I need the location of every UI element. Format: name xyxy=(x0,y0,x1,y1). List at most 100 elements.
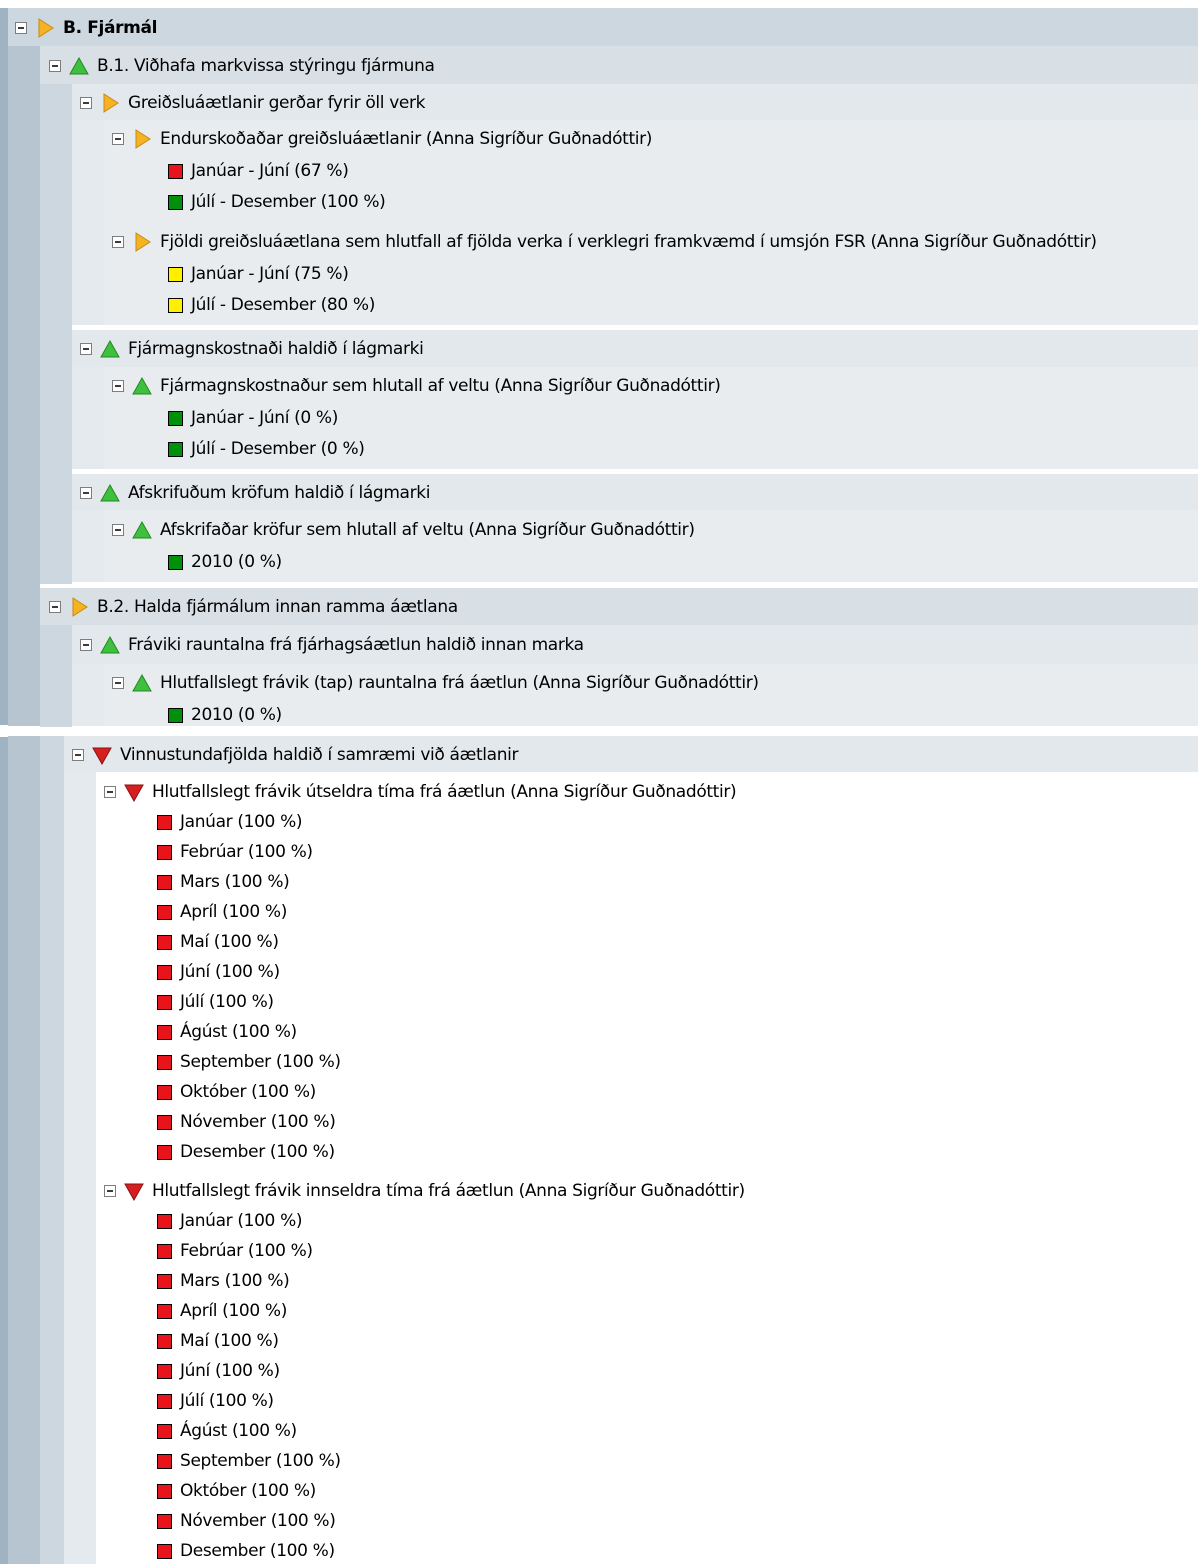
tree-leaf-item[interactable]: Janúar (100 %) xyxy=(157,1207,303,1235)
tree-leaf-item[interactable]: Október (100 %) xyxy=(157,1078,316,1106)
collapse-toggle[interactable] xyxy=(112,236,124,248)
tree-leaf-item[interactable]: 2010 (0 %) xyxy=(168,701,282,729)
collapse-toggle[interactable] xyxy=(15,22,27,34)
collapse-toggle[interactable] xyxy=(104,786,116,798)
status-square-icon xyxy=(168,297,183,313)
tree-leaf-item[interactable]: Nóvember (100 %) xyxy=(157,1108,336,1136)
status-square-icon xyxy=(157,1243,172,1259)
tree-node-b1-g1-k1[interactable]: Endurskoðaðar greiðsluáætlanir (Anna Sig… xyxy=(112,125,652,153)
green-triangle-icon xyxy=(132,520,152,539)
tree-node-b1-g2[interactable]: Fjármagnskostnaði haldið í lágmarki xyxy=(80,335,424,363)
tree-leaf-item[interactable]: Apríl (100 %) xyxy=(157,898,287,926)
row-bg-root xyxy=(8,8,1198,46)
tree-leaf-item[interactable]: Ágúst (100 %) xyxy=(157,1417,297,1445)
tree-leaf-item[interactable]: September (100 %) xyxy=(157,1447,341,1475)
tree-leaf-item[interactable]: Janúar - Júní (75 %) xyxy=(168,260,349,288)
tree-leaf-item[interactable]: Júní (100 %) xyxy=(157,1357,280,1385)
red-down-triangle-icon xyxy=(124,1183,144,1201)
leaf-label: Desember (100 %) xyxy=(180,1141,335,1162)
tree-leaf-item[interactable]: Júlí (100 %) xyxy=(157,1387,274,1415)
tree-leaf-item[interactable]: Júlí - Desember (0 %) xyxy=(168,435,365,463)
tree-leaf-item[interactable]: Desember (100 %) xyxy=(157,1138,335,1166)
tree-leaf-item[interactable]: Júlí (100 %) xyxy=(157,988,274,1016)
status-square-icon xyxy=(168,410,183,426)
tree-leaf-item[interactable]: Apríl (100 %) xyxy=(157,1297,287,1325)
red-down-triangle-icon xyxy=(92,747,112,765)
tree-node-b2[interactable]: B.2. Halda fjármálum innan ramma áætlana xyxy=(49,593,458,621)
collapse-toggle[interactable] xyxy=(80,97,92,109)
status-square-icon xyxy=(157,844,172,860)
collapse-toggle[interactable] xyxy=(112,524,124,536)
tree-node-b1-g1[interactable]: Greiðsluáætlanir gerðar fyrir öll verk xyxy=(80,89,426,117)
collapse-toggle[interactable] xyxy=(112,133,124,145)
leaf-label: Október (100 %) xyxy=(180,1480,316,1501)
tree-leaf-item[interactable]: Júní (100 %) xyxy=(157,958,280,986)
leaf-label: Júlí (100 %) xyxy=(180,1390,274,1411)
collapse-toggle[interactable] xyxy=(80,487,92,499)
tree-leaf-item[interactable]: Janúar - Júní (67 %) xyxy=(168,157,349,185)
leaf-label: Nóvember (100 %) xyxy=(180,1510,336,1531)
tree-leaf-item[interactable]: Ágúst (100 %) xyxy=(157,1018,297,1046)
tree-node-root[interactable]: B. Fjármál xyxy=(15,14,158,42)
tree-leaf-item[interactable]: Febrúar (100 %) xyxy=(157,1237,313,1265)
tree-node-b1[interactable]: B.1. Viðhafa markvissa stýringu fjármuna xyxy=(49,52,435,80)
collapse-toggle[interactable] xyxy=(112,677,124,689)
tree-leaf-item[interactable]: Maí (100 %) xyxy=(157,928,279,956)
tree-leaf-item[interactable]: Janúar - Júní (0 %) xyxy=(168,404,338,432)
tree-node-kpi[interactable]: Fjöldi greiðsluáætlana sem hlutfall af f… xyxy=(112,228,1097,256)
leaf-label: Maí (100 %) xyxy=(180,1330,279,1351)
collapse-toggle[interactable] xyxy=(72,749,84,761)
leaf-label: 2010 (0 %) xyxy=(191,704,282,725)
green-triangle-icon xyxy=(100,339,120,358)
tree-node-vinn[interactable]: Vinnustundafjölda haldið í samræmi við á… xyxy=(72,741,518,769)
tree-leaf-item[interactable]: Janúar (100 %) xyxy=(157,808,303,836)
tree-node-b1-g3[interactable]: Afskrifuðum kröfum haldið í lágmarki xyxy=(80,479,430,507)
collapse-toggle[interactable] xyxy=(80,639,92,651)
status-square-icon xyxy=(157,1363,172,1379)
leaf-label: Desember (100 %) xyxy=(180,1540,335,1561)
leaf-label: Júlí (100 %) xyxy=(180,991,274,1012)
status-square-icon xyxy=(157,1303,172,1319)
tree-leaf-item[interactable]: Nóvember (100 %) xyxy=(157,1507,336,1535)
orange-arrow-icon xyxy=(135,232,151,252)
tree-node-label: Greiðsluáætlanir gerðar fyrir öll verk xyxy=(128,92,426,113)
tree-leaf-item[interactable]: Júlí - Desember (80 %) xyxy=(168,291,375,319)
tree-node-kpi[interactable]: Hlutfallslegt frávik (tap) rauntalna frá… xyxy=(112,669,759,697)
leaf-label: Mars (100 %) xyxy=(180,871,290,892)
tree-node-label: B.2. Halda fjármálum innan ramma áætlana xyxy=(97,596,458,617)
tree-leaf-item[interactable]: Október (100 %) xyxy=(157,1477,316,1505)
green-triangle-icon xyxy=(132,673,152,692)
collapse-toggle[interactable] xyxy=(104,1185,116,1197)
tree-node-kpi[interactable]: Hlutfallslegt frávik útseldra tíma frá á… xyxy=(104,778,737,806)
indent-bar-level2-b2 xyxy=(40,625,72,727)
status-square-icon xyxy=(157,1114,172,1130)
indent-bar-level3-g1 xyxy=(72,120,104,325)
collapse-toggle[interactable] xyxy=(49,601,61,613)
leaf-label: 2010 (0 %) xyxy=(191,551,282,572)
tree-leaf-item[interactable]: Maí (100 %) xyxy=(157,1327,279,1355)
green-triangle-icon xyxy=(100,635,120,654)
tree-leaf-item[interactable]: Júlí - Desember (100 %) xyxy=(168,188,386,216)
tree-node-kpi[interactable]: Fjármagnskostnaður sem hlutall af veltu … xyxy=(112,372,721,400)
collapse-toggle[interactable] xyxy=(80,343,92,355)
tree-node-b2-g1[interactable]: Fráviki rauntalna frá fjárhagsáætlun hal… xyxy=(80,631,584,659)
collapse-toggle[interactable] xyxy=(49,60,61,72)
status-square-icon xyxy=(168,554,183,570)
tree-node-label: Hlutfallslegt frávik útseldra tíma frá á… xyxy=(152,781,737,802)
tree-node-kpi[interactable]: Afskrifaðar kröfur sem hlutall af veltu … xyxy=(112,516,695,544)
tree-node-label: Hlutfallslegt frávik innseldra tíma frá … xyxy=(152,1180,745,1201)
status-square-icon xyxy=(157,874,172,890)
tree-leaf-item[interactable]: September (100 %) xyxy=(157,1048,341,1076)
tree-node-label: Fráviki rauntalna frá fjárhagsáætlun hal… xyxy=(128,634,584,655)
tree-leaf-item[interactable]: Mars (100 %) xyxy=(157,1267,290,1295)
tree-leaf-item[interactable]: Febrúar (100 %) xyxy=(157,838,313,866)
tree-leaf-item[interactable]: 2010 (0 %) xyxy=(168,548,282,576)
status-square-icon xyxy=(168,441,183,457)
status-square-icon xyxy=(168,194,183,210)
tree-node-kpi[interactable]: Hlutfallslegt frávik innseldra tíma frá … xyxy=(104,1177,745,1205)
status-square-icon xyxy=(157,1273,172,1289)
collapse-toggle[interactable] xyxy=(112,380,124,392)
leaf-label: Júní (100 %) xyxy=(180,1360,280,1381)
tree-leaf-item[interactable]: Desember (100 %) xyxy=(157,1537,335,1565)
tree-leaf-item[interactable]: Mars (100 %) xyxy=(157,868,290,896)
